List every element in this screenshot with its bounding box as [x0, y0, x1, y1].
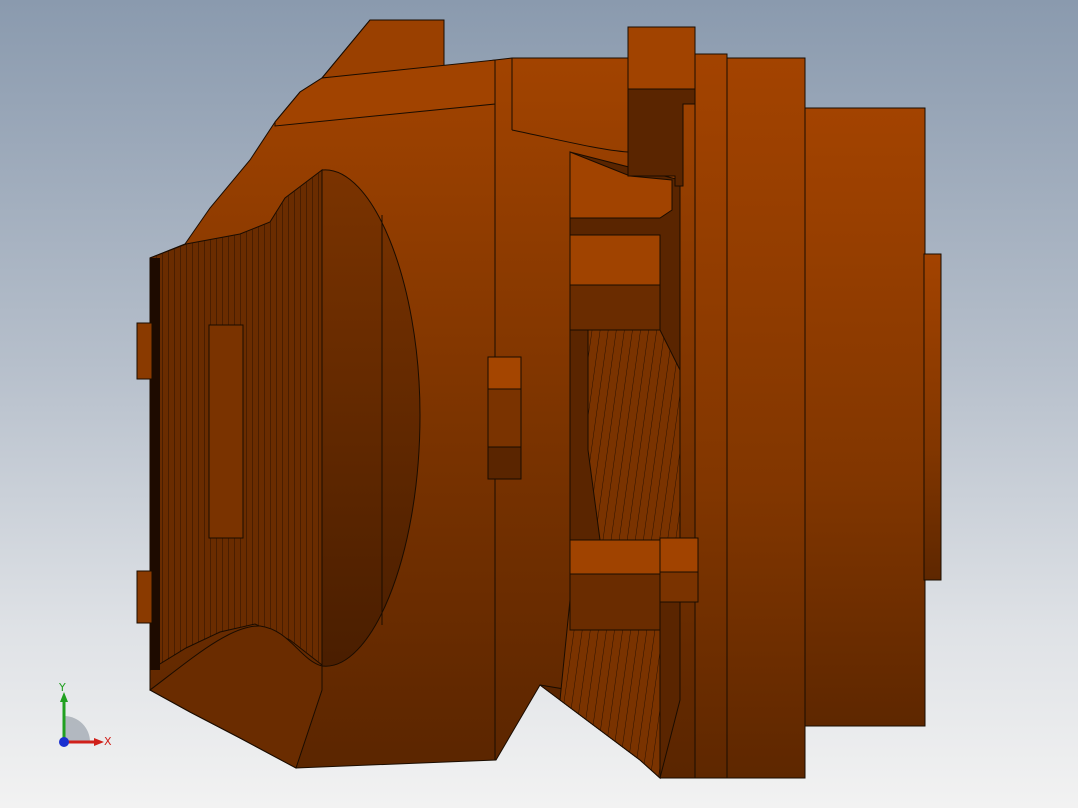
- coordinate-triad: Y X: [58, 681, 112, 748]
- x-axis-label: X: [104, 735, 112, 748]
- graphics-viewport[interactable]: Y X: [0, 0, 1078, 808]
- y-axis-label: Y: [58, 681, 66, 694]
- side-tab[interactable]: [487, 356, 522, 480]
- main-flange[interactable]: [694, 53, 806, 779]
- z-axis-origin-icon: [59, 737, 69, 747]
- rear-cylinder[interactable]: [802, 107, 942, 727]
- 3d-model-view[interactable]: [0, 0, 1078, 808]
- ribbed-boss[interactable]: [136, 168, 323, 671]
- x-axis-arrow-icon: [94, 738, 104, 746]
